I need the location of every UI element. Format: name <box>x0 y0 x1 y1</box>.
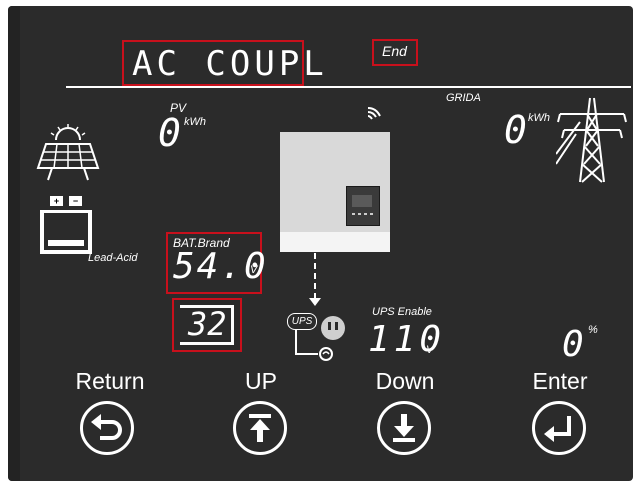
up-button-label: UP <box>245 368 277 394</box>
enter-button[interactable] <box>532 401 586 455</box>
return-icon <box>91 414 122 440</box>
battery-level-bar <box>48 240 84 246</box>
battery-voltage-unit: V <box>250 264 258 276</box>
signal-icon <box>367 107 381 120</box>
return-button[interactable] <box>80 401 134 455</box>
pv-energy-unit: kWh <box>184 116 206 128</box>
battery-terminal-negative: − <box>69 196 82 206</box>
arrow-up-icon <box>249 414 271 442</box>
arrow-down-icon <box>393 414 415 442</box>
battery-terminal-positive: + <box>50 196 63 206</box>
grid-energy-value: 0 <box>504 108 527 152</box>
grid-label: GRIDA <box>446 92 481 104</box>
up-button[interactable] <box>233 401 287 455</box>
setting-number-value: 32 <box>188 305 227 343</box>
battery-type-label: Lead-Acid <box>88 252 138 264</box>
power-tower-icon <box>556 97 627 183</box>
panel-edge <box>8 6 20 481</box>
end-label: End <box>382 43 407 59</box>
enter-icon <box>544 416 571 442</box>
inverter-base-stripe <box>280 232 390 252</box>
solar-panel-icon <box>36 124 100 181</box>
flow-arrow-head <box>309 298 321 306</box>
enter-button-label: Enter <box>532 368 588 394</box>
top-divider-line <box>66 86 631 88</box>
inverter-display-window <box>346 186 380 226</box>
return-button-label: Return <box>75 368 145 394</box>
inverter-unit-icon <box>280 132 390 252</box>
battery-icon: + − <box>36 196 98 256</box>
grid-energy-unit: kWh <box>528 112 550 124</box>
inverter-to-ups-flow-line <box>314 253 316 299</box>
down-button-label: Down <box>375 368 435 394</box>
ups-outlet-icon <box>295 316 345 361</box>
mode-display: AC COUPL <box>132 44 328 84</box>
ups-voltage-unit: V <box>426 344 434 356</box>
ups-voltage-value: 110 <box>368 319 446 360</box>
pv-energy-value: 0 <box>158 111 181 155</box>
inverter-lcd-panel: AC COUPL End PV 0 kWh + − Lead-Acid GRID… <box>8 6 633 481</box>
load-percent-unit: % <box>588 324 598 336</box>
load-percent-value: 0 <box>562 324 584 365</box>
ups-enable-label: UPS Enable <box>372 306 432 318</box>
down-button[interactable] <box>377 401 431 455</box>
battery-body <box>40 210 92 254</box>
